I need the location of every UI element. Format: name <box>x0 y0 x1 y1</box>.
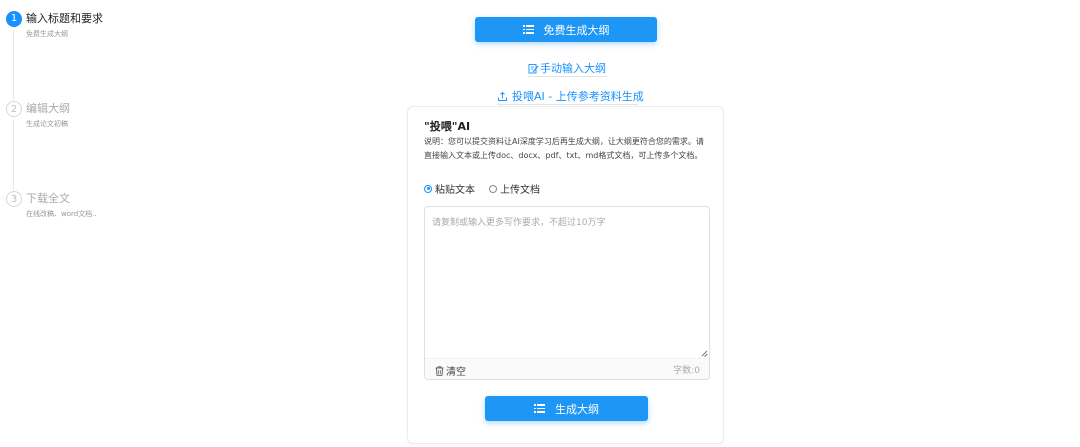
clear-label: 清空 <box>446 367 466 378</box>
radio-checked-icon <box>424 184 432 193</box>
step-desc: 生成论文初稿 <box>26 120 68 128</box>
step-number: 1 <box>6 11 22 27</box>
radio-upload-doc[interactable]: 上传文档 <box>489 181 540 196</box>
generate-free-outline-button[interactable]: 免费生成大纲 <box>475 17 657 42</box>
trash-icon <box>435 365 444 376</box>
step-number: 2 <box>6 101 22 117</box>
divider <box>497 104 638 105</box>
radio-label: 上传文档 <box>500 185 540 196</box>
edit-icon <box>528 63 539 73</box>
clear-button[interactable]: 清空 <box>435 363 466 378</box>
generate-outline-label: 生成大纲 <box>555 402 599 416</box>
divider <box>528 76 607 77</box>
manual-outline-link[interactable]: 手动输入大纲 <box>528 60 606 76</box>
step-connector <box>13 30 14 100</box>
step-title: 下载全文 <box>26 192 70 205</box>
step-connector <box>13 120 14 190</box>
word-count: 字数:0 <box>673 366 700 376</box>
radio-paste-text[interactable]: 粘贴文本 <box>424 181 475 196</box>
requirements-textarea[interactable] <box>425 207 709 359</box>
resize-handle[interactable] <box>701 350 708 357</box>
card-description: 说明：您可以提交资料让AI深度学习后再生成大纲，让大纲更符合您的需求。请直接输入… <box>424 137 704 160</box>
textarea-footer: 清空 字数:0 <box>425 358 709 379</box>
feed-ai-label: 投喂AI - 上传参考资料生成 <box>512 90 644 103</box>
step-desc: 在线改稿、word文档.. <box>26 210 97 218</box>
input-mode-radio-group: 粘贴文本 上传文档 <box>424 181 554 196</box>
radio-label: 粘贴文本 <box>435 185 475 196</box>
generate-free-outline-label: 免费生成大纲 <box>543 23 610 37</box>
card-title: "投喂"AI <box>424 120 471 133</box>
manual-outline-label: 手动输入大纲 <box>540 62 606 75</box>
requirements-textarea-box: 清空 字数:0 <box>424 206 710 380</box>
step-number: 3 <box>6 191 22 207</box>
step-desc: 免费生成大纲 <box>26 30 68 38</box>
step-title: 编辑大纲 <box>26 102 70 115</box>
generate-outline-button[interactable]: 生成大纲 <box>485 396 648 421</box>
list-icon <box>522 25 534 34</box>
feed-ai-upload-link[interactable]: 投喂AI - 上传参考资料生成 <box>497 88 644 104</box>
upload-icon <box>498 91 507 101</box>
radio-unchecked-icon <box>489 184 497 193</box>
step-title: 输入标题和要求 <box>26 12 103 25</box>
list-icon <box>534 404 545 413</box>
feed-ai-card: "投喂"AI 说明：您可以提交资料让AI深度学习后再生成大纲，让大纲更符合您的需… <box>407 106 724 444</box>
steps-sidebar: 1 输入标题和要求 免费生成大纲 2 编辑大纲 生成论文初稿 3 下载全文 在线… <box>0 0 200 447</box>
